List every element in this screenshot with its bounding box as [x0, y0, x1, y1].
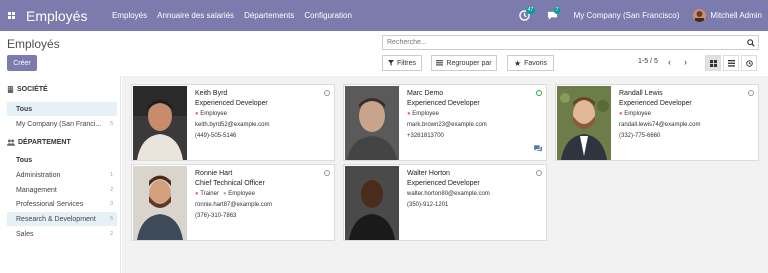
pager-previous-icon[interactable]: ‹	[668, 57, 671, 67]
company-section-header: SOCIÉTÉ	[7, 86, 48, 93]
employee-photo	[133, 86, 187, 160]
menu-directory[interactable]: Annuaire des salariés	[157, 11, 234, 20]
company-filter-item[interactable]: My Company (San Franci... 5	[7, 117, 117, 131]
chat-icon[interactable]	[534, 145, 542, 154]
clock-icon	[745, 59, 753, 67]
create-button[interactable]: Créer	[7, 55, 37, 71]
kanban-area: Keith Byrd Experienced Developer ● Emplo…	[122, 76, 768, 273]
employee-name: Randall Lewis	[619, 90, 663, 97]
presence-status-icon	[748, 90, 754, 96]
employee-photo	[345, 166, 399, 240]
presence-status-icon	[536, 170, 542, 176]
company-filter-all[interactable]: Tous	[7, 102, 117, 116]
employee-photo	[345, 86, 399, 160]
employee-job: Experienced Developer	[407, 180, 480, 187]
employee-photo	[557, 86, 611, 160]
department-filter-management[interactable]: Management 2	[7, 183, 117, 197]
kanban-view-button[interactable]	[705, 55, 721, 71]
department-filter-all[interactable]: Tous	[7, 153, 117, 167]
employee-phone: (376)-310-7863	[195, 213, 237, 219]
employee-email[interactable]: walter.horton80@example.com	[407, 189, 534, 200]
filters-button[interactable]: Filtres	[382, 55, 422, 71]
messages-icon[interactable]: 7	[546, 6, 561, 23]
search-bar[interactable]	[382, 35, 759, 50]
list-icon	[727, 59, 735, 67]
favorites-button[interactable]: ★ Favoris	[507, 55, 554, 71]
employee-tag: ● Employee	[407, 111, 439, 117]
user-name[interactable]: Mitchell Admin	[710, 11, 762, 20]
menu-configuration[interactable]: Configuration	[304, 11, 352, 20]
filters-label: Filtres	[396, 59, 417, 67]
employee-name: Keith Byrd	[195, 90, 228, 97]
search-input[interactable]	[387, 39, 744, 46]
employee-phone: (350)-912-1201	[407, 202, 449, 208]
presence-status-icon	[324, 170, 330, 176]
presence-status-icon	[324, 90, 330, 96]
employee-tag: ● Employee	[195, 111, 227, 117]
kanban-icon	[709, 59, 717, 67]
page-title: Employés	[7, 37, 60, 51]
employee-photo	[133, 166, 187, 240]
employee-job: Experienced Developer	[619, 100, 692, 107]
company-switcher[interactable]: My Company (San Francisco)	[574, 11, 680, 20]
employee-email[interactable]: ronnie.hart87@example.com	[195, 200, 322, 211]
group-by-label: Regrouper par	[446, 59, 492, 67]
group-by-button[interactable]: Regrouper par	[431, 55, 497, 71]
department-filter-administration[interactable]: Administration 1	[7, 168, 117, 182]
users-icon	[7, 139, 15, 146]
menu-employees[interactable]: Employés	[112, 11, 147, 20]
app-brand[interactable]: Employés	[26, 8, 112, 24]
funnel-icon	[387, 60, 394, 66]
employee-name: Marc Demo	[407, 90, 444, 97]
pager-value[interactable]: 1-5 / 5	[638, 58, 658, 65]
top-navbar: Employés Employés Annuaire des salariés …	[0, 0, 768, 31]
employee-name: Walter Horton	[407, 170, 450, 177]
employee-job: Experienced Developer	[407, 100, 480, 107]
employee-card[interactable]: Keith Byrd Experienced Developer ● Emplo…	[131, 84, 335, 161]
employee-email[interactable]: mark.brown23@example.com	[407, 120, 534, 131]
department-filter-professional-services[interactable]: Professional Services 3	[7, 197, 117, 211]
employee-job: Experienced Developer	[195, 100, 268, 107]
activity-view-button[interactable]	[741, 55, 757, 71]
menu-departments[interactable]: Départements	[244, 11, 294, 20]
messages-count-badge: 7	[553, 6, 561, 14]
pager-next-icon[interactable]: ›	[684, 57, 687, 67]
employee-name: Ronnie Hart	[195, 170, 233, 177]
search-icon[interactable]	[744, 38, 758, 47]
activity-icon[interactable]: 47	[518, 6, 536, 23]
employee-card[interactable]: Randall Lewis Experienced Developer ● Em…	[555, 84, 759, 161]
employee-card[interactable]: Ronnie Hart Chief Technical Officer ● Tr…	[131, 164, 335, 241]
list-bars-icon	[436, 60, 444, 66]
employee-phone: (449)-505-5146	[195, 133, 237, 139]
employee-tag: ● Employee	[222, 191, 255, 197]
user-avatar[interactable]	[693, 9, 707, 22]
employee-email[interactable]: keith.byrd52@example.com	[195, 120, 322, 131]
employee-email[interactable]: randall.lewis74@example.com	[619, 120, 746, 131]
employee-phone: +3281813700	[407, 133, 444, 139]
search-panel: SOCIÉTÉ Tous My Company (San Franci... 5…	[0, 76, 121, 273]
department-filter-sales[interactable]: Sales 2	[7, 227, 117, 241]
employee-job: Chief Technical Officer	[195, 180, 265, 187]
star-icon: ★	[513, 58, 522, 68]
building-icon	[7, 86, 14, 93]
favorites-label: Favoris	[524, 59, 548, 67]
employee-phone: (332)-775-6660	[619, 133, 661, 139]
presence-status-icon	[536, 90, 542, 96]
employee-card[interactable]: Walter Horton Experienced Developer walt…	[343, 164, 547, 241]
employee-tag: ● Employee	[619, 111, 651, 117]
employee-tag: ● Trainer	[195, 191, 219, 197]
list-view-button[interactable]	[723, 55, 739, 71]
activity-count-badge: 47	[525, 6, 536, 14]
department-filter-research-development[interactable]: Research & Development 5	[7, 212, 117, 226]
employee-card[interactable]: Marc Demo Experienced Developer ● Employ…	[343, 84, 547, 161]
apps-menu-icon[interactable]	[2, 0, 20, 31]
department-section-header: DÉPARTEMENT	[7, 139, 71, 146]
